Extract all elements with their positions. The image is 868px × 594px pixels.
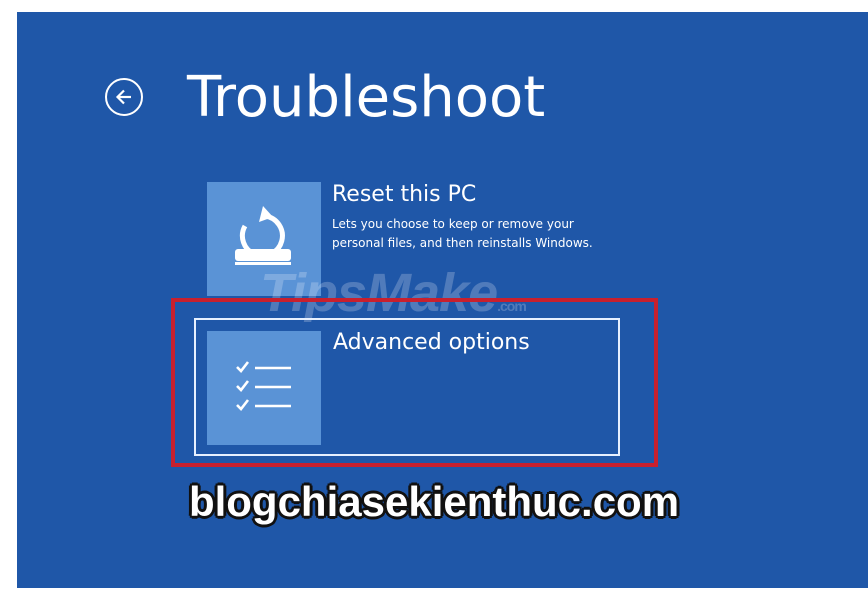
reset-pc-label[interactable]: Reset this PC — [332, 182, 476, 207]
page-title: Troubleshoot — [187, 64, 546, 130]
back-button[interactable] — [105, 78, 143, 116]
page-header: Troubleshoot — [105, 62, 545, 132]
red-highlight-box — [171, 298, 658, 467]
back-arrow-icon — [115, 89, 131, 105]
blog-caption: blogchiasekienthuc.com — [188, 478, 680, 525]
reset-pc-description: Lets you choose to keep or remove your p… — [332, 217, 593, 250]
